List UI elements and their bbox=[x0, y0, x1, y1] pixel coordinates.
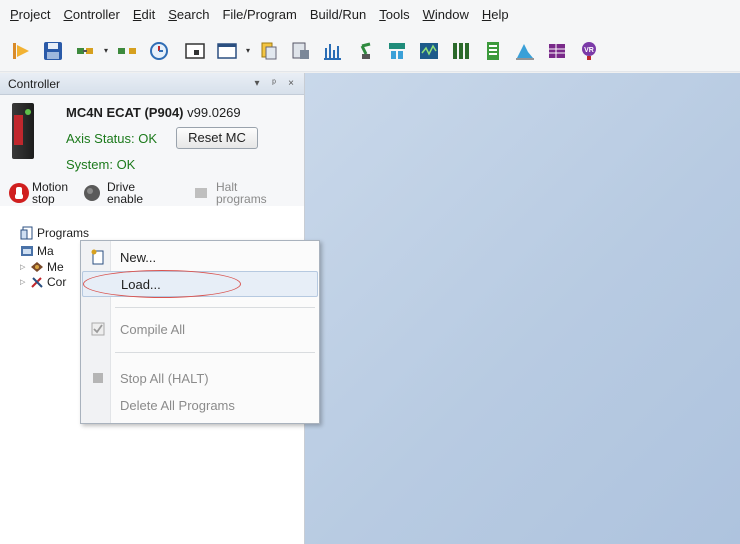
menu-item-new[interactable]: New... bbox=[82, 244, 318, 270]
menu-separator bbox=[115, 352, 315, 353]
connect-icon[interactable] bbox=[70, 36, 100, 66]
toolbar: ▾ ▾ VR bbox=[0, 30, 740, 72]
connect-dropdown-icon[interactable]: ▾ bbox=[102, 36, 110, 66]
tree-item-programs[interactable]: Programs bbox=[20, 225, 89, 241]
menu-file-program[interactable]: File/Program bbox=[216, 0, 303, 30]
halt-icon bbox=[195, 188, 207, 198]
memory-icon bbox=[30, 260, 44, 274]
tree-item-me[interactable]: ▷ Me bbox=[20, 259, 64, 275]
panel-header: Controller ▾ ᵖ × bbox=[0, 73, 304, 95]
device-name: MC4N ECAT (P904) v99.0269 bbox=[66, 105, 241, 120]
build-icon[interactable] bbox=[6, 36, 36, 66]
halt-programs-button[interactable]: Halt programs bbox=[194, 181, 267, 205]
menu-help[interactable]: Help bbox=[476, 0, 516, 30]
variables-icon[interactable] bbox=[286, 36, 316, 66]
expand-arrow-icon[interactable]: ▷ bbox=[20, 278, 28, 286]
axis-status: Axis Status: OK bbox=[66, 131, 158, 146]
terminal-icon[interactable] bbox=[180, 36, 210, 66]
context-menu: New... Load... Compile All Stop All (HAL… bbox=[80, 240, 320, 424]
new-file-icon bbox=[90, 249, 106, 265]
graph-icon[interactable] bbox=[510, 36, 540, 66]
reset-mc-button[interactable]: Reset MC bbox=[176, 127, 258, 149]
tree-item-cor[interactable]: ▷ Cor bbox=[20, 274, 66, 290]
tree-item-ma[interactable]: Ma bbox=[20, 243, 54, 259]
menu-bar: Project Controller Edit Search File/Prog… bbox=[0, 0, 740, 30]
motion-stop-button[interactable]: Motion stop bbox=[8, 181, 68, 205]
panel-title: Controller bbox=[8, 76, 61, 91]
menu-window[interactable]: Window bbox=[417, 0, 476, 30]
program-icon[interactable] bbox=[254, 36, 284, 66]
menu-item-compile-all[interactable]: Compile All bbox=[82, 316, 318, 342]
stop-hand-icon bbox=[9, 183, 29, 203]
menu-tools[interactable]: Tools bbox=[373, 0, 416, 30]
network-icon[interactable] bbox=[382, 36, 412, 66]
menu-search[interactable]: Search bbox=[162, 0, 216, 30]
vr-icon[interactable]: VR bbox=[574, 36, 604, 66]
menu-project[interactable]: Project bbox=[4, 0, 57, 30]
scope-icon[interactable] bbox=[318, 36, 348, 66]
programs-icon bbox=[20, 226, 34, 240]
document-area bbox=[305, 73, 740, 544]
disconnect-icon[interactable] bbox=[112, 36, 142, 66]
device-version: v99.0269 bbox=[187, 105, 241, 120]
drive-indicator-icon bbox=[84, 185, 100, 201]
robot-icon[interactable] bbox=[350, 36, 380, 66]
window-dropdown-icon[interactable]: ▾ bbox=[244, 36, 252, 66]
window-icon[interactable] bbox=[212, 36, 242, 66]
expand-arrow-icon[interactable]: ▷ bbox=[20, 263, 28, 271]
menu-edit[interactable]: Edit bbox=[127, 0, 162, 30]
controller-info: MC4N ECAT (P904) v99.0269 Axis Status: O… bbox=[0, 95, 304, 206]
clock-icon[interactable] bbox=[144, 36, 174, 66]
oscilloscope-icon[interactable] bbox=[414, 36, 444, 66]
compile-check-icon bbox=[90, 321, 106, 337]
menu-item-delete-all[interactable]: Delete All Programs bbox=[82, 392, 318, 418]
io-icon[interactable] bbox=[446, 36, 476, 66]
panel-menu-icon[interactable]: ▾ bbox=[250, 78, 264, 89]
table-icon[interactable] bbox=[478, 36, 508, 66]
menu-separator bbox=[115, 307, 315, 308]
drive-enable-button[interactable]: Drive enable bbox=[82, 181, 143, 205]
save-icon[interactable] bbox=[38, 36, 68, 66]
pin-icon[interactable]: ᵖ bbox=[267, 78, 281, 89]
tools-icon bbox=[30, 275, 44, 289]
svg-text:VR: VR bbox=[584, 47, 594, 54]
close-icon[interactable]: × bbox=[284, 78, 298, 89]
menu-controller[interactable]: Controller bbox=[57, 0, 126, 30]
grid-icon[interactable] bbox=[542, 36, 572, 66]
menu-item-stop-all[interactable]: Stop All (HALT) bbox=[82, 365, 318, 391]
stop-icon bbox=[90, 370, 106, 386]
menu-item-load[interactable]: Load... bbox=[82, 271, 318, 297]
system-status: System: OK bbox=[66, 157, 136, 172]
controller-device-icon bbox=[12, 103, 34, 159]
menu-build-run[interactable]: Build/Run bbox=[304, 0, 373, 30]
motion-icon bbox=[20, 244, 34, 258]
